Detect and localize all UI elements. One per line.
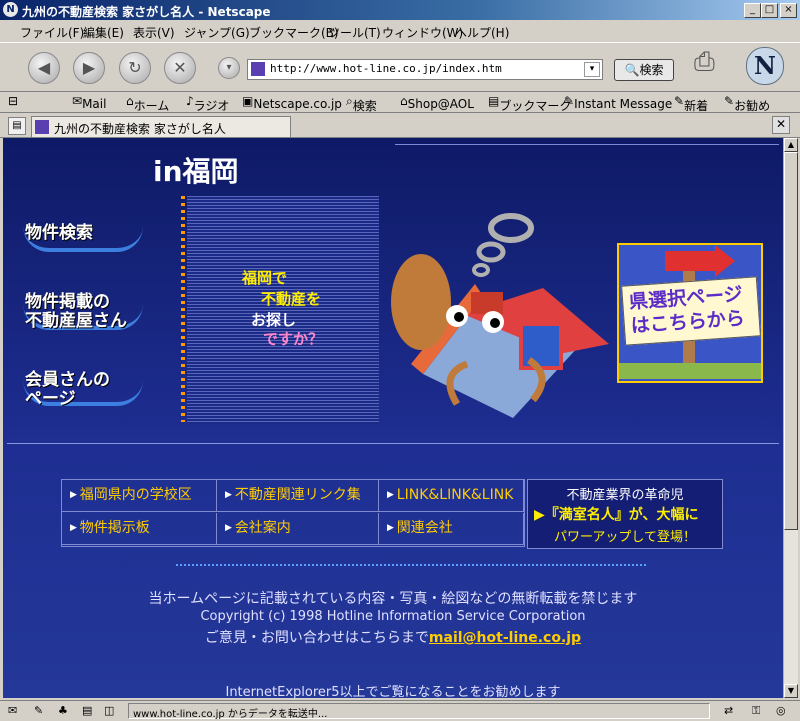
privacy-icon: ◎ <box>776 704 786 717</box>
url-text: http://www.hot-line.co.jp/index.htm <box>270 62 502 75</box>
new-tab-icon[interactable]: ▤ <box>8 117 26 135</box>
search-icon: 🔍 <box>624 63 640 77</box>
grass-decoration <box>619 363 761 379</box>
links-table: 福岡県内の学校区 不動産関連リンク集 LINK&LINK&LINK 物件掲示板 … <box>61 479 525 547</box>
bookmark-recommend[interactable]: ✎ お勧め <box>724 94 770 113</box>
footer-contact: ご意見・お問い合わせはこちらまでmail@hot-line.co.jp <box>204 630 582 646</box>
mail-status-icon[interactable]: ✉ <box>8 704 17 717</box>
site-favicon-icon <box>251 62 265 76</box>
dotted-border <box>181 196 185 422</box>
bookmark-home[interactable]: ⌂ ホーム <box>126 94 169 113</box>
connection-icon: ⇄ <box>724 704 734 717</box>
slogan-panel: 福岡で 不動産を お探し ですか？ <box>187 196 379 424</box>
link-realestate-links[interactable]: 不動産関連リンク集 <box>217 480 379 512</box>
reload-icon[interactable]: ↻ <box>119 52 151 84</box>
link-company-info[interactable]: 会社案内 <box>217 513 379 545</box>
nav-listing-agents[interactable]: 物件掲載の 不動産屋さん <box>25 293 145 331</box>
title-bar: N 九州の不動産検索 家さがし名人 - Netscape _ □ × <box>0 0 800 20</box>
history-dropdown-icon[interactable]: ▾ <box>218 57 240 79</box>
bookmark-netscape[interactable]: ▣ Netscape.co.jp <box>242 94 342 111</box>
url-dropdown-icon[interactable]: ▾ <box>584 62 600 77</box>
arrow-head-icon <box>715 245 735 277</box>
url-field[interactable]: http://www.hot-line.co.jp/index.htm ▾ <box>247 59 603 80</box>
bookmark-new[interactable]: ✎ 新着 <box>674 94 708 113</box>
footer-notice: 当ホームページに記載されている内容・写真・絵図などの無断転載を禁じます <box>148 591 638 607</box>
vertical-scrollbar[interactable]: ▲ ▼ <box>783 138 798 698</box>
contact-email-link[interactable]: mail@hot-line.co.jp <box>429 630 581 646</box>
sidebar-toggle-icon[interactable]: ⊟ <box>8 94 18 108</box>
menu-view[interactable]: 表示(V) <box>133 24 175 41</box>
mid-divider <box>7 443 779 444</box>
link-bulletin-board[interactable]: 物件掲示板 <box>62 513 217 545</box>
promo-banner[interactable]: 不動産業界の革命児 ▶『満室名人』が、大幅に パワーアップして登場！ <box>527 479 723 549</box>
bookmark-mail[interactable]: ✉ Mail <box>72 94 106 111</box>
netscape-throbber-icon[interactable]: N <box>746 47 784 85</box>
promo-line-1: 不動産業界の革命児 <box>566 488 684 503</box>
wave-divider <box>176 564 646 572</box>
link-school-district[interactable]: 福岡県内の学校区 <box>62 480 217 512</box>
tab-favicon-icon <box>35 120 49 134</box>
address-book-icon[interactable]: ▤ <box>82 704 92 717</box>
page-content: in福岡 物件検索 物件掲載の 不動産屋さん 会員さんの ページ 福岡で 不動産… <box>3 138 783 698</box>
tab-active[interactable]: 九州の不動産検索 家さがし名人 <box>31 116 291 137</box>
footer-browser-recommendation: InternetExplorer5以上でご覧になることをお勧めします <box>225 685 561 698</box>
window-title: 九州の不動産検索 家さがし名人 - Netscape <box>22 5 271 19</box>
netscape-logo-icon: N <box>3 2 18 17</box>
bookmark-search[interactable]: ⌕ 検索 <box>346 94 377 113</box>
house-mascot-illustration <box>391 213 609 418</box>
tab-label: 九州の不動産検索 家さがし名人 <box>54 122 226 136</box>
bookmarks-menu[interactable]: ▤ ブックマーク <box>488 94 571 113</box>
nav-property-search[interactable]: 物件検索 <box>25 224 145 243</box>
slogan-line-3: お探し <box>251 311 297 329</box>
prefecture-select-link[interactable]: 県選択ページはこちらから <box>617 243 763 383</box>
menu-bookmarks[interactable]: ブックマーク(B) <box>249 24 339 41</box>
tab-strip: ▤ 九州の不動産検索 家さがし名人 ✕ <box>0 113 800 138</box>
footer-copyright: Copyright (c) 1998 Hotline Information S… <box>200 609 586 624</box>
menu-tools[interactable]: ツール(T) <box>328 24 381 41</box>
link-affiliates[interactable]: 関連会社 <box>379 513 524 545</box>
security-icon: ⚿ <box>752 704 761 717</box>
aim-icon[interactable]: ♣ <box>58 704 68 717</box>
page-heading: in福岡 <box>153 155 239 188</box>
promo-line-3: パワーアップして登場！ <box>553 530 697 545</box>
close-window-button[interactable]: × <box>780 3 797 18</box>
back-icon[interactable]: ◀ <box>28 52 60 84</box>
print-icon[interactable]: ⎙ <box>694 47 728 81</box>
personal-toolbar: ⊟ ✉ Mail ⌂ ホーム ♪ ラジオ ▣ Netscape.co.jp ⌕ … <box>0 91 800 113</box>
menu-window[interactable]: ウィンドウ(W) <box>382 24 463 41</box>
search-button[interactable]: 🔍検索 <box>614 59 674 81</box>
menu-help[interactable]: ヘルプ(H) <box>455 24 509 41</box>
scroll-down-icon[interactable]: ▼ <box>784 684 798 698</box>
close-tab-icon[interactable]: ✕ <box>772 116 790 134</box>
status-text-box: www.hot-line.co.jp からデータを転送中... <box>128 703 710 720</box>
minimize-button[interactable]: _ <box>744 3 761 18</box>
promo-line-2: ▶『満室名人』が、大幅に <box>534 507 699 523</box>
slogan-line-2: 不動産を <box>261 290 322 308</box>
bookmark-radio[interactable]: ♪ ラジオ <box>186 94 229 113</box>
menu-go[interactable]: ジャンプ(G) <box>184 24 250 41</box>
scroll-thumb[interactable] <box>784 152 798 530</box>
link-link-link-link[interactable]: LINK&LINK&LINK <box>379 480 524 512</box>
sign-board: 県選択ページはこちらから <box>621 276 761 346</box>
nav-members-page[interactable]: 会員さんの ページ <box>25 371 145 409</box>
bookmark-shop-aol[interactable]: ⌂ Shop@AOL <box>400 94 474 111</box>
top-divider <box>395 144 779 145</box>
bookmark-instant-message[interactable]: ✎ Instant Message <box>564 94 672 111</box>
sign-text: 県選択ページはこちらから <box>628 283 746 338</box>
status-bar: ✉ ✎ ♣ ▤ ◫ www.hot-line.co.jp からデータを転送中..… <box>0 700 800 721</box>
menu-edit[interactable]: 編集(E) <box>83 24 124 41</box>
slogan-line-1: 福岡で <box>242 269 288 287</box>
menu-file[interactable]: ファイル(F) <box>20 24 84 41</box>
status-text: www.hot-line.co.jp からデータを転送中... <box>133 709 328 720</box>
offline-icon[interactable]: ◫ <box>104 704 114 717</box>
menu-bar: ファイル(F) 編集(E) 表示(V) ジャンプ(G) ブックマーク(B) ツー… <box>0 21 800 41</box>
composer-icon[interactable]: ✎ <box>34 704 43 717</box>
maximize-button[interactable]: □ <box>761 3 778 18</box>
scroll-up-icon[interactable]: ▲ <box>784 138 798 152</box>
slogan-line-4: ですか？ <box>263 330 324 348</box>
arrow-right-icon <box>665 251 715 271</box>
forward-icon[interactable]: ▶ <box>73 52 105 84</box>
stop-icon[interactable]: ✕ <box>164 52 196 84</box>
search-button-label: 検索 <box>639 63 664 77</box>
